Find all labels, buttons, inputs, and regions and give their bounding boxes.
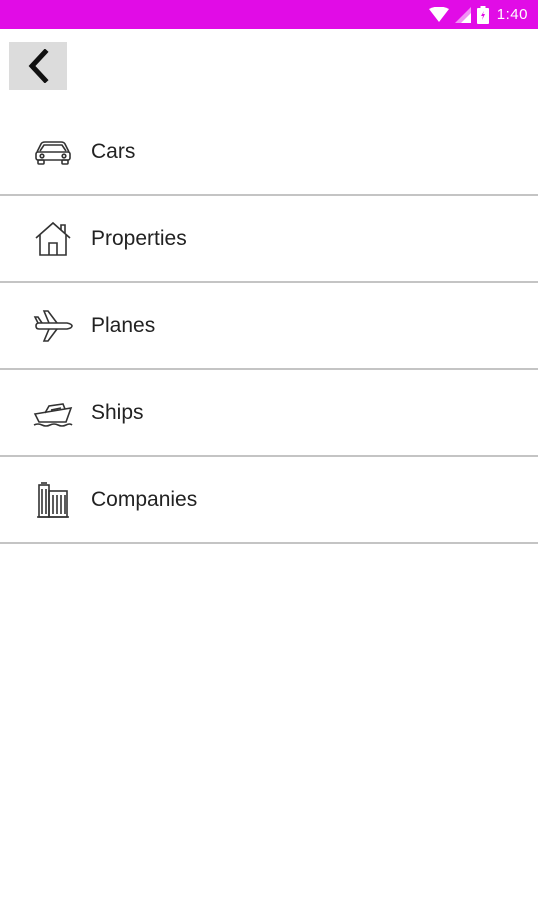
car-icon [33, 132, 73, 172]
menu-item-properties[interactable]: Properties [0, 196, 538, 283]
airplane-icon [33, 306, 73, 346]
back-button[interactable] [9, 42, 67, 90]
menu-item-label: Companies [91, 487, 198, 511]
wifi-icon [428, 6, 449, 23]
menu-item-label: Properties [91, 226, 187, 250]
house-icon [33, 219, 73, 259]
chevron-left-icon [26, 49, 50, 83]
cell-signal-icon [454, 6, 471, 23]
building-icon [33, 480, 73, 520]
category-menu: Cars Properties Planes Ships Companies [0, 109, 538, 544]
menu-item-ships[interactable]: Ships [0, 370, 538, 457]
battery-icon [476, 5, 489, 24]
menu-item-cars[interactable]: Cars [0, 109, 538, 196]
menu-item-label: Ships [91, 400, 144, 424]
ship-icon [33, 393, 73, 433]
app-bar [0, 29, 538, 109]
menu-item-label: Cars [91, 139, 136, 163]
menu-item-label: Planes [91, 313, 156, 337]
menu-item-companies[interactable]: Companies [0, 457, 538, 544]
menu-item-planes[interactable]: Planes [0, 283, 538, 370]
status-bar: 1:40 [0, 0, 538, 29]
status-time: 1:40 [496, 6, 528, 23]
